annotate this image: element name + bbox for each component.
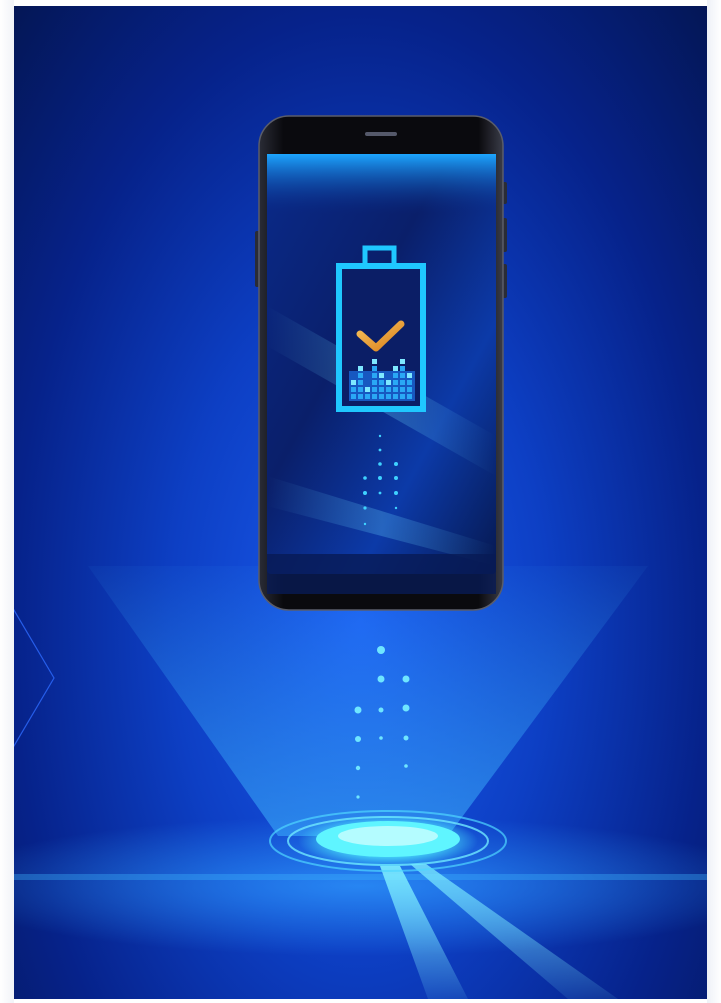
battery-level-cell: [393, 373, 398, 378]
battery-level-cell: [393, 366, 398, 371]
battery-level-cell: [386, 387, 391, 392]
battery-level-cell: [358, 380, 363, 385]
battery-level-cell: [393, 394, 398, 399]
screen-bottom-bar: [267, 554, 496, 594]
battery-level-cell: [379, 394, 384, 399]
battery-level-cell: [358, 394, 363, 399]
battery-level-cell: [379, 387, 384, 392]
battery-level-cell: [351, 394, 356, 399]
battery-level-cell: [379, 373, 384, 378]
battery-level-cell: [400, 387, 405, 392]
battery-level-cell: [372, 359, 377, 364]
battery-level-cell: [372, 394, 377, 399]
battery-level-cell: [372, 387, 377, 392]
battery-level-cell: [393, 387, 398, 392]
battery-level-cell: [407, 387, 412, 392]
wireless-charging-illustration: [8, 6, 713, 999]
horizon-line: [8, 874, 713, 880]
battery-level-cell: [351, 380, 356, 385]
battery-level-cell: [400, 359, 405, 364]
hexagon-outline-left: [8, 598, 55, 758]
battery-level-cell: [372, 380, 377, 385]
left-white-border: [0, 0, 14, 1003]
battery-level-cell: [386, 394, 391, 399]
phone-speaker: [365, 132, 397, 136]
battery-level-cell: [407, 380, 412, 385]
battery-level-cell: [372, 366, 377, 371]
battery-level-cell: [400, 394, 405, 399]
battery-level-cell: [400, 380, 405, 385]
right-white-border: [707, 0, 721, 1003]
battery-level-cell: [358, 366, 363, 371]
battery-level-cell: [372, 373, 377, 378]
battery-level-cell: [358, 387, 363, 392]
battery-level-cell: [393, 380, 398, 385]
battery-level-cell: [400, 373, 405, 378]
wireless-charging-pad-icon: [269, 810, 507, 872]
screen-top-glow: [267, 154, 496, 214]
battery-level-cell: [400, 366, 405, 371]
battery-level-cell: [407, 394, 412, 399]
battery-level-cell: [365, 387, 370, 392]
battery-level-cell: [407, 373, 412, 378]
image-canvas: [0, 0, 721, 1003]
battery-level-cell: [358, 373, 363, 378]
battery-level-cell: [379, 380, 384, 385]
battery-level-cell: [351, 387, 356, 392]
phone-icon: [255, 115, 507, 611]
battery-level-cell: [386, 380, 391, 385]
battery-icon: [336, 245, 426, 412]
battery-level-cell: [365, 394, 370, 399]
illustration-svg: [8, 115, 713, 999]
